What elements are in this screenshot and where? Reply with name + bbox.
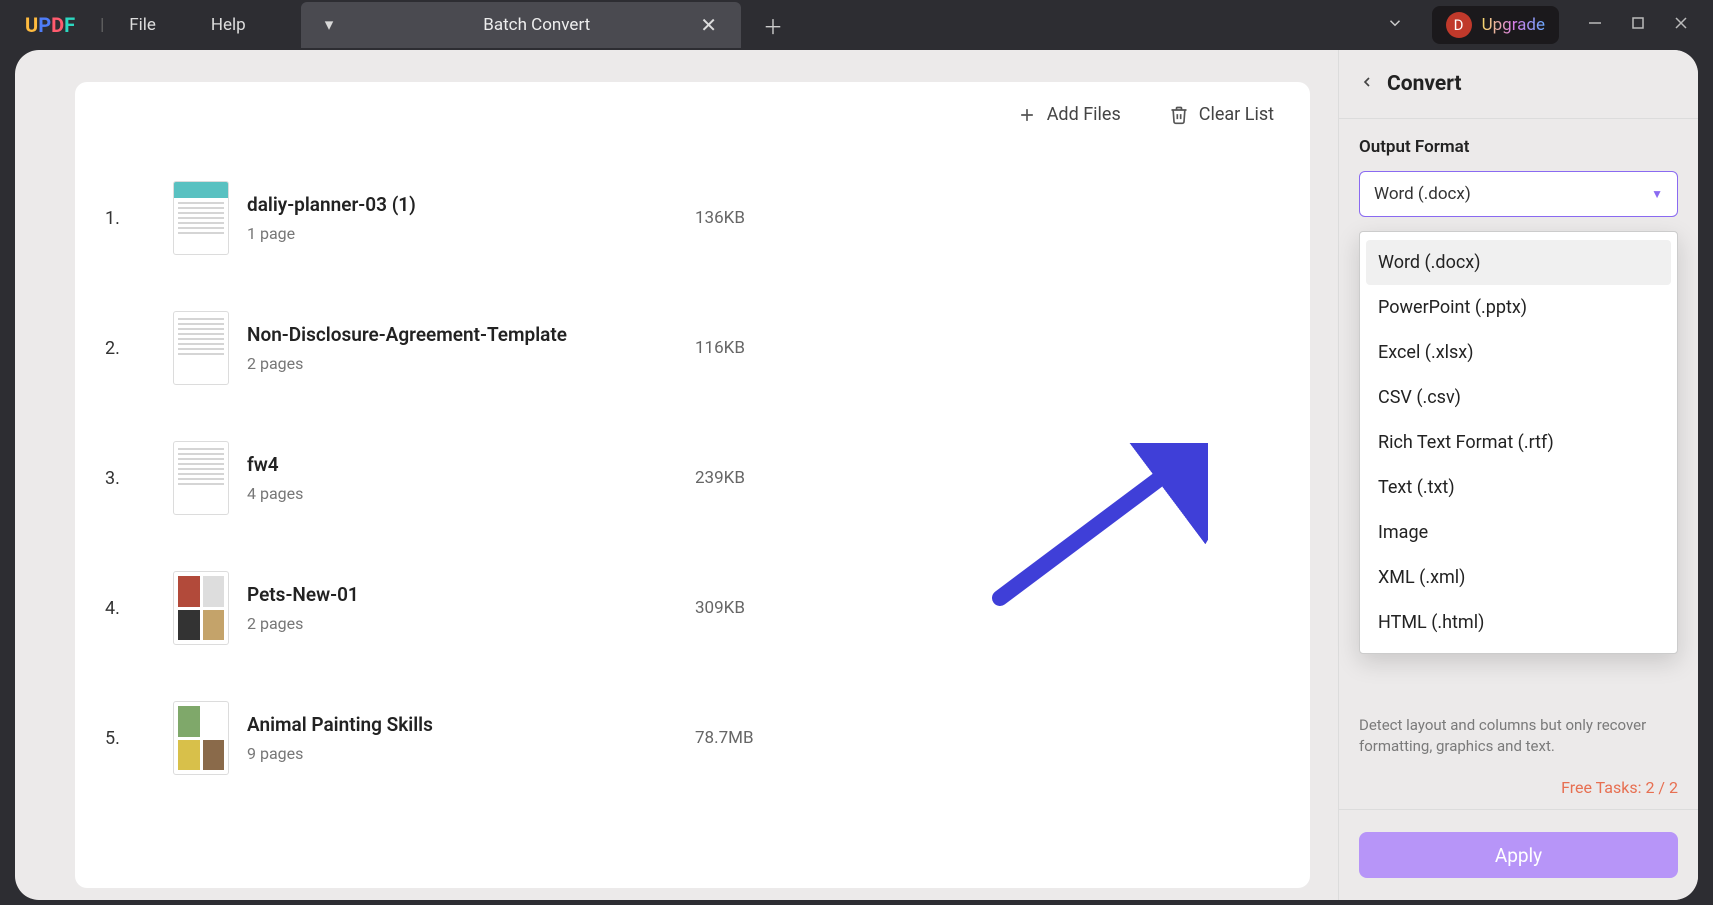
main-area: Add Files Clear List 1. daliy-planner-03 …	[15, 50, 1338, 900]
selected-format: Word (.docx)	[1374, 184, 1471, 204]
convert-panel: Convert Output Format Word (.docx) ▼ Wor…	[1338, 50, 1698, 900]
app-container: Add Files Clear List 1. daliy-planner-03 …	[15, 50, 1698, 900]
apply-row: Apply	[1339, 809, 1698, 900]
row-index: 2.	[105, 338, 155, 359]
file-thumbnail	[173, 701, 229, 775]
format-option[interactable]: CSV (.csv)	[1366, 375, 1671, 420]
tab-batch-convert[interactable]: ▾ Batch Convert ✕	[301, 2, 741, 48]
file-name: daliy-planner-03 (1)	[247, 193, 677, 216]
row-index: 3.	[105, 468, 155, 489]
file-pages: 1 page	[247, 224, 677, 243]
file-name: Pets-New-01	[247, 583, 677, 606]
format-option[interactable]: PowerPoint (.pptx)	[1366, 285, 1671, 330]
row-index: 5.	[105, 728, 155, 749]
trash-icon	[1169, 105, 1189, 125]
tab-title: Batch Convert	[483, 15, 590, 35]
file-thumbnail	[173, 571, 229, 645]
file-row[interactable]: 2. Non-Disclosure-Agreement-Template 2 pag…	[105, 283, 1270, 413]
plus-icon	[1017, 105, 1037, 125]
menu-file[interactable]: File	[129, 15, 156, 35]
file-size: 309KB	[695, 598, 815, 618]
free-tasks-label: Free Tasks: 2 / 2	[1339, 770, 1698, 809]
upgrade-label: Upgrade	[1482, 15, 1545, 35]
file-size: 136KB	[695, 208, 815, 228]
file-name: Non-Disclosure-Agreement-Template	[247, 323, 677, 346]
clear-list-button[interactable]: Clear List	[1169, 104, 1274, 125]
file-name: Animal Painting Skills	[247, 713, 677, 736]
dropdown-triangle-icon: ▼	[1651, 187, 1663, 201]
format-option[interactable]: XML (.xml)	[1366, 555, 1671, 600]
panel-header: Convert	[1339, 50, 1698, 119]
file-thumbnail	[173, 181, 229, 255]
file-pages: 2 pages	[247, 614, 677, 633]
upgrade-button[interactable]: D Upgrade	[1432, 6, 1559, 44]
menu-help[interactable]: Help	[211, 15, 246, 35]
file-pages: 4 pages	[247, 484, 677, 503]
format-option[interactable]: Text (.txt)	[1366, 465, 1671, 510]
window-minimize-icon[interactable]	[1587, 15, 1603, 36]
window-maximize-icon[interactable]	[1631, 15, 1645, 35]
chevron-down-icon[interactable]	[1386, 14, 1404, 37]
apply-button[interactable]: Apply	[1359, 832, 1678, 878]
tab-dropdown-icon[interactable]: ▾	[325, 15, 334, 35]
layout-hint: Detect layout and columns but only recov…	[1359, 715, 1678, 759]
file-list: 1. daliy-planner-03 (1) 1 page 136KB 2. Non-D…	[75, 133, 1310, 888]
row-index: 1.	[105, 208, 155, 229]
format-dropdown: Word (.docx)PowerPoint (.pptx)Excel (.xl…	[1359, 231, 1678, 654]
output-format-select[interactable]: Word (.docx) ▼	[1359, 171, 1678, 217]
file-row[interactable]: 1. daliy-planner-03 (1) 1 page 136KB	[105, 153, 1270, 283]
card-toolbar: Add Files Clear List	[75, 82, 1310, 133]
format-option[interactable]: Excel (.xlsx)	[1366, 330, 1671, 375]
row-index: 4.	[105, 598, 155, 619]
file-card: Add Files Clear List 1. daliy-planner-03 …	[75, 82, 1310, 888]
file-name: fw4	[247, 453, 677, 476]
file-pages: 9 pages	[247, 744, 677, 763]
app-logo: UPDF	[25, 13, 75, 37]
file-size: 78.7MB	[695, 728, 815, 748]
file-row[interactable]: 5. Animal Painting Skills 9 pages 78.7MB	[105, 673, 1270, 803]
new-tab-button[interactable]: ＋	[763, 11, 783, 40]
tab-close-icon[interactable]: ✕	[700, 13, 717, 37]
add-files-button[interactable]: Add Files	[1017, 104, 1121, 125]
format-option[interactable]: HTML (.html)	[1366, 600, 1671, 645]
clear-list-label: Clear List	[1199, 104, 1274, 125]
separator: |	[100, 15, 104, 35]
file-pages: 2 pages	[247, 354, 677, 373]
file-thumbnail	[173, 441, 229, 515]
output-format-label: Output Format	[1359, 137, 1678, 157]
back-icon[interactable]	[1359, 74, 1375, 94]
add-files-label: Add Files	[1047, 104, 1121, 125]
user-avatar: D	[1446, 12, 1472, 38]
format-option[interactable]: Word (.docx)	[1366, 240, 1671, 285]
file-thumbnail	[173, 311, 229, 385]
format-option[interactable]: Rich Text Format (.rtf)	[1366, 420, 1671, 465]
panel-title: Convert	[1387, 72, 1462, 96]
file-size: 239KB	[695, 468, 815, 488]
titlebar: UPDF | File Help ▾ Batch Convert ✕ ＋ D U…	[0, 0, 1713, 50]
window-close-icon[interactable]	[1673, 15, 1689, 36]
file-size: 116KB	[695, 338, 815, 358]
format-option[interactable]: Image	[1366, 510, 1671, 555]
file-row[interactable]: 3. fw4 4 pages 239KB	[105, 413, 1270, 543]
file-row[interactable]: 4. Pets-New-01 2 pages 309KB	[105, 543, 1270, 673]
